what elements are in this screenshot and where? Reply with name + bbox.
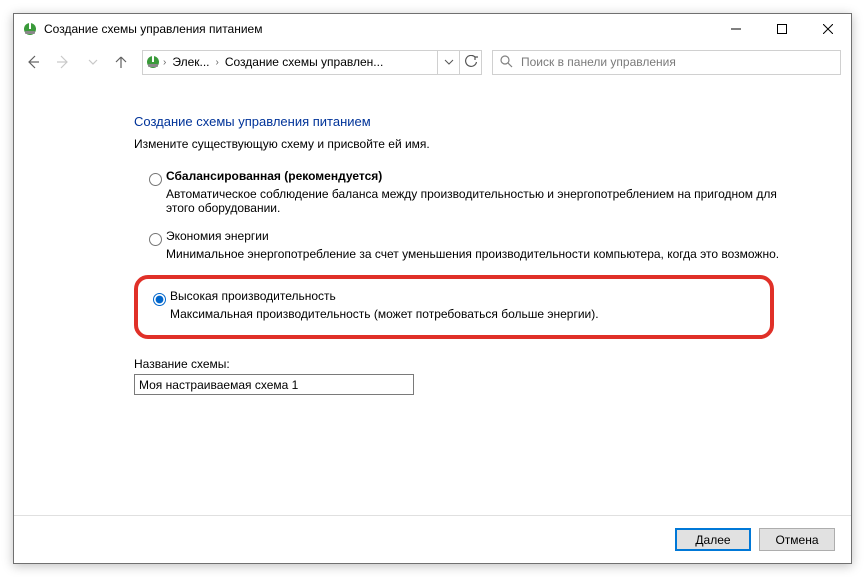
recent-dropdown-icon[interactable] bbox=[80, 49, 106, 75]
breadcrumb-segment-1[interactable]: Элек... bbox=[168, 51, 213, 74]
radio-high-performance[interactable] bbox=[153, 293, 166, 306]
plan-option-saver[interactable]: Экономия энергии Минимальное энергопотре… bbox=[144, 229, 831, 261]
radio-saver[interactable] bbox=[149, 233, 162, 246]
close-button[interactable] bbox=[805, 14, 851, 44]
plan-label: Сбалансированная (рекомендуется) bbox=[166, 169, 831, 183]
plan-label: Высокая производительность bbox=[170, 289, 760, 303]
maximize-button[interactable] bbox=[759, 14, 805, 44]
back-button[interactable] bbox=[20, 49, 46, 75]
power-options-icon bbox=[22, 21, 38, 37]
window-title: Создание схемы управления питанием bbox=[44, 22, 713, 36]
plan-description: Максимальная производительность (может п… bbox=[170, 307, 760, 321]
scheme-name-input[interactable] bbox=[134, 374, 414, 395]
forward-button[interactable] bbox=[50, 49, 76, 75]
plan-description: Автоматическое соблюдение баланса между … bbox=[166, 187, 786, 215]
highlighted-option: Высокая производительность Максимальная … bbox=[134, 275, 774, 339]
breadcrumb-segment-2[interactable]: Создание схемы управлен... bbox=[221, 51, 387, 74]
navigation-bar: › Элек... › Создание схемы управлен... bbox=[14, 44, 851, 80]
control-panel-icon bbox=[145, 54, 161, 70]
cancel-button[interactable]: Отмена bbox=[759, 528, 835, 551]
address-dropdown-icon[interactable] bbox=[437, 51, 459, 74]
scheme-name-label: Название схемы: bbox=[134, 357, 831, 371]
titlebar: Создание схемы управления питанием bbox=[14, 14, 851, 44]
search-icon bbox=[499, 54, 513, 71]
plan-option-balanced[interactable]: Сбалансированная (рекомендуется) Автомат… bbox=[144, 169, 831, 215]
page-title: Создание схемы управления питанием bbox=[134, 114, 831, 129]
refresh-button[interactable] bbox=[459, 51, 481, 74]
next-button[interactable]: Далее bbox=[675, 528, 751, 551]
radio-balanced[interactable] bbox=[149, 173, 162, 186]
minimize-button[interactable] bbox=[713, 14, 759, 44]
page-subtitle: Измените существующую схему и присвойте … bbox=[134, 137, 831, 151]
footer-bar: Далее Отмена bbox=[14, 515, 851, 563]
chevron-right-icon: › bbox=[214, 57, 221, 68]
search-box[interactable] bbox=[492, 50, 841, 75]
plan-option-high-performance[interactable]: Высокая производительность Максимальная … bbox=[148, 289, 760, 321]
search-input[interactable] bbox=[519, 54, 834, 70]
content-pane: Создание схемы управления питанием Измен… bbox=[14, 84, 851, 515]
plan-description: Минимальное энергопотребление за счет ум… bbox=[166, 247, 786, 261]
chevron-right-icon: › bbox=[161, 57, 168, 68]
up-button[interactable] bbox=[110, 49, 132, 75]
plan-label: Экономия энергии bbox=[166, 229, 831, 243]
address-bar[interactable]: › Элек... › Создание схемы управлен... bbox=[142, 50, 482, 75]
